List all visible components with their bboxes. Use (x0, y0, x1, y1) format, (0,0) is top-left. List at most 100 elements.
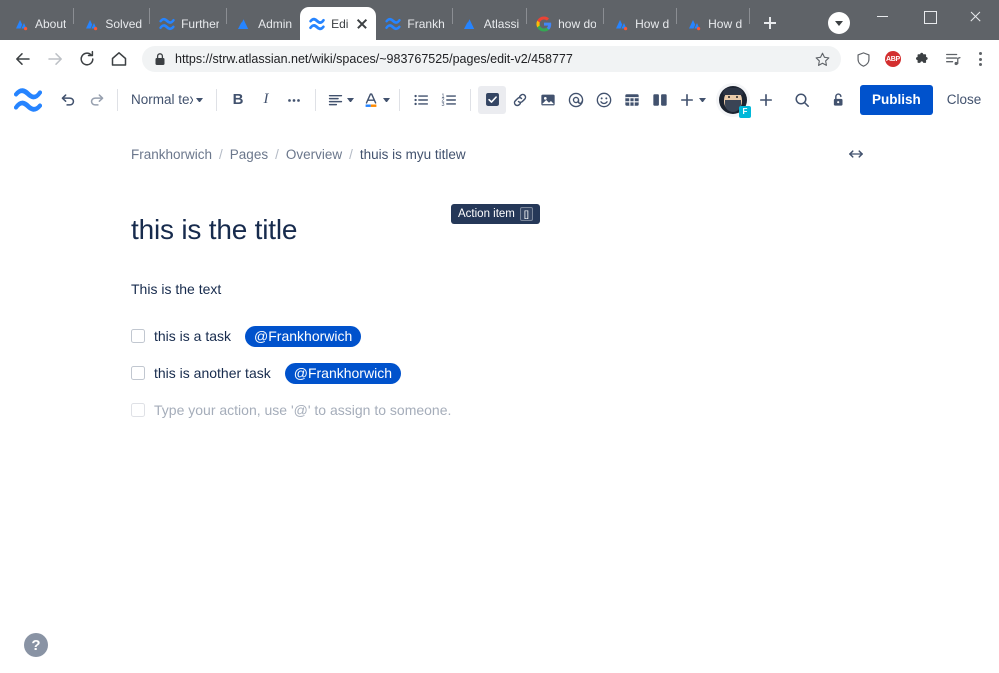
tab-title: How d (635, 16, 670, 31)
close-label: Close (946, 92, 982, 107)
breadcrumb-row: Frankhorwich / Pages / Overview / thuis … (131, 122, 868, 166)
confluence-logo-icon[interactable] (14, 86, 42, 114)
help-label: ? (31, 636, 41, 654)
minimize-icon[interactable] (861, 0, 907, 32)
maximize-icon[interactable] (907, 0, 953, 32)
image-button[interactable] (534, 86, 562, 114)
browser-tab-edit-active[interactable]: Edi (300, 7, 377, 40)
more-options-button[interactable] (995, 86, 999, 114)
action-item-checkbox[interactable] (131, 403, 145, 417)
undo-button[interactable] (54, 86, 82, 114)
insert-more-button[interactable] (674, 86, 708, 114)
browser-tab-how-do-2[interactable]: How d (677, 7, 749, 40)
address-bar[interactable]: https://strw.atlassian.net/wiki/spaces/~… (142, 46, 841, 72)
shield-icon[interactable] (849, 45, 877, 73)
svg-text:3: 3 (441, 101, 444, 107)
toolbar-divider (470, 88, 471, 111)
search-button[interactable] (788, 86, 816, 114)
confluence-favicon-icon (159, 16, 175, 32)
redo-button[interactable] (82, 86, 110, 114)
avatar-badge: F (739, 105, 751, 118)
avatar[interactable]: F (716, 82, 751, 118)
mention-button[interactable] (562, 86, 590, 114)
mention-chip[interactable]: @Frankhorwich (284, 362, 401, 384)
browser-tab-admin[interactable]: Admin (227, 7, 299, 40)
action-item-row[interactable]: this is another task @Frankhorwich (131, 358, 868, 388)
link-button[interactable] (506, 86, 534, 114)
tab-title: About (35, 16, 67, 31)
italic-label: I (263, 91, 269, 107)
browser-tab-atlassian[interactable]: Atlassi (453, 7, 526, 40)
browser-tab-solved[interactable]: Solved (74, 7, 149, 40)
browser-tab-frankh[interactable]: Frankh (376, 7, 451, 40)
close-icon[interactable] (354, 16, 370, 32)
action-item-checkbox[interactable] (131, 366, 145, 380)
document-paragraph[interactable]: This is the text (131, 281, 868, 297)
text-style-label: Normal tex (131, 92, 193, 107)
tab-title: Atlassi (483, 16, 520, 31)
action-item-row-empty[interactable]: Type your action, use '@' to assign to s… (131, 395, 868, 425)
more-formatting-button[interactable] (280, 86, 308, 114)
help-button[interactable]: ? (24, 633, 48, 657)
home-button[interactable] (104, 44, 134, 74)
tab-title: Edi (331, 16, 349, 31)
action-item-row[interactable]: this is a task @Frankhorwich (131, 321, 868, 351)
text-align-button[interactable] (323, 86, 356, 114)
numbered-list-button[interactable]: 123 (435, 86, 463, 114)
mention-chip[interactable]: @Frankhorwich (245, 325, 362, 347)
text-style-dropdown[interactable]: Normal tex (125, 86, 209, 114)
new-tab-button[interactable] (756, 9, 784, 37)
toolbar-divider (315, 88, 316, 111)
browser-tab-how-do-1[interactable]: How d (604, 7, 676, 40)
toolbar-divider (216, 88, 217, 111)
browser-menu-button[interactable] (969, 52, 991, 66)
tab-title: Solved (105, 16, 143, 31)
breadcrumb-item-pages[interactable]: Pages (230, 147, 268, 162)
table-button[interactable] (618, 86, 646, 114)
forward-button[interactable] (40, 44, 70, 74)
action-item-checkbox[interactable] (131, 329, 145, 343)
browser-tab-about[interactable]: About (4, 7, 73, 40)
close-icon[interactable] (953, 0, 999, 32)
bold-button[interactable]: B (224, 86, 252, 114)
toolbar-divider (117, 88, 118, 111)
action-item-button[interactable] (478, 85, 506, 114)
atlassian-favicon-icon (462, 16, 478, 32)
tab-separator (749, 8, 751, 24)
adblock-icon[interactable]: ABP (879, 45, 907, 73)
confluence-favicon-icon (309, 16, 325, 32)
tab-list: About Solved Further Admin Edi Frankh At… (4, 0, 861, 40)
breadcrumb-item-space[interactable]: Frankhorwich (131, 147, 212, 162)
bookmark-star-icon[interactable] (814, 51, 831, 68)
browser-tab-google-search[interactable]: how do (527, 7, 603, 40)
italic-button[interactable]: I (252, 86, 280, 114)
restrictions-unlock-button[interactable] (824, 86, 852, 114)
action-item-tooltip: Action item [] (451, 204, 540, 224)
browser-tab-further[interactable]: Further (150, 7, 226, 40)
puzzle-extensions-icon[interactable] (909, 45, 937, 73)
add-person-button[interactable] (752, 86, 780, 114)
atlassian-community-favicon-icon (613, 16, 629, 32)
layout-button[interactable] (646, 86, 674, 114)
playlist-icon[interactable] (939, 45, 967, 73)
chevron-down-icon (699, 97, 706, 102)
editor-toolbar: Normal tex B I 1 2 3 F Publish Close (0, 78, 999, 122)
window-controls (861, 0, 999, 40)
atlassian-community-favicon-icon (686, 16, 702, 32)
atlassian-community-favicon-icon (13, 16, 29, 32)
publish-button[interactable]: Publish (860, 84, 933, 115)
tab-title: how do (558, 16, 597, 31)
emoji-button[interactable] (590, 86, 618, 114)
profile-chevron-button[interactable] (828, 12, 851, 34)
breadcrumb-item-overview[interactable]: Overview (286, 147, 342, 162)
bold-label: B (232, 91, 244, 108)
expand-width-icon[interactable] (844, 142, 868, 166)
reload-button[interactable] (72, 44, 102, 74)
bullet-list-button[interactable] (407, 86, 435, 114)
confluence-favicon-icon (385, 16, 402, 32)
close-editor-button[interactable]: Close (937, 85, 992, 115)
text-color-button[interactable] (356, 86, 392, 114)
browser-window: About Solved Further Admin Edi Frankh At… (0, 0, 999, 673)
back-button[interactable] (8, 44, 38, 74)
atlassian-favicon-icon (236, 16, 252, 32)
